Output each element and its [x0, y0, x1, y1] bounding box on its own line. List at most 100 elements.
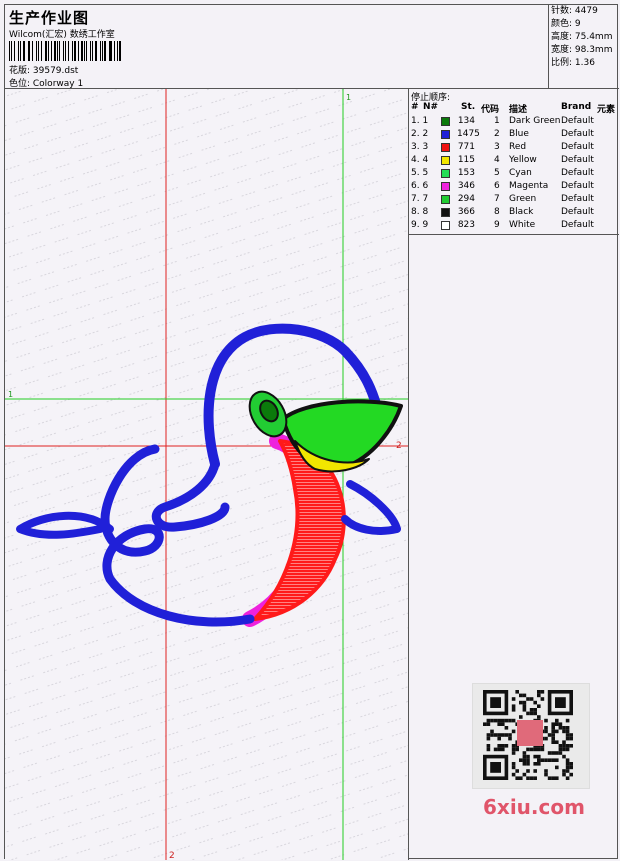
qr-module: [558, 744, 563, 748]
qr-module: [511, 765, 516, 770]
qr-module: [544, 772, 548, 777]
qr-module: [493, 718, 498, 723]
guide-label-h2: 2: [396, 441, 402, 451]
stop-sequence-row: 3. 3 771 3 Red Default: [409, 142, 619, 155]
qr-module: [562, 747, 566, 752]
qr-module: [526, 776, 530, 780]
qr-module: [501, 718, 505, 723]
stop-sequence-panel: 停止顺序: # N# St. 代码 描述 Brand 元素 1. 1 134 1 Da…: [409, 89, 619, 235]
col-code: 代码: [481, 105, 500, 115]
row-description: White: [509, 220, 536, 230]
qr-module: [555, 722, 559, 726]
qr-module: [511, 704, 516, 708]
qr-module: [529, 697, 534, 701]
row-brand: Default: [561, 168, 594, 178]
qr-module: [540, 697, 545, 701]
qr-module: [562, 754, 566, 759]
row-description: Dark Green: [509, 116, 561, 126]
row-stitches: 823: [457, 220, 475, 230]
qr-module: [486, 744, 491, 748]
qr-module: [555, 776, 559, 780]
row-code: 5: [494, 168, 500, 178]
barcode-bar: [47, 41, 49, 61]
row-code: 4: [494, 155, 500, 165]
stitch-count: 针数: 4479: [551, 6, 598, 16]
qr-module: [540, 758, 545, 762]
barcode-bar: [68, 41, 70, 61]
barcode-bar: [118, 41, 121, 61]
barcode-bar: [104, 41, 106, 61]
qr-center-badge: [517, 720, 543, 746]
row-brand: Default: [561, 194, 594, 204]
barcode-bar: [37, 41, 39, 61]
row-brand: Default: [561, 155, 594, 165]
qr-module: [565, 718, 570, 723]
barcode-bar: [59, 41, 60, 61]
row-stitches: 1475: [457, 129, 480, 139]
qr-module: [547, 776, 552, 780]
qr-module: [486, 747, 491, 752]
qr-module: [515, 776, 519, 780]
qr-module: [555, 751, 559, 755]
qr-module: [522, 772, 527, 777]
qr-module: [511, 708, 516, 712]
qr-module: [569, 733, 573, 737]
qr-module: [519, 715, 523, 719]
stop-sequence-row: 2. 2 1475 2 Blue Default: [409, 129, 619, 142]
barcode: [9, 41, 123, 61]
qr-module: [483, 722, 487, 726]
qr-module: [519, 693, 523, 698]
qr-module: [551, 751, 555, 755]
col-stitches: St.: [461, 102, 476, 112]
qr-module: [537, 690, 541, 694]
color-count: 颜色: 9: [551, 19, 581, 29]
barcode-bar: [13, 41, 15, 61]
qr-module: [544, 769, 548, 773]
qr-module: [490, 733, 494, 737]
qr-module: [537, 758, 541, 762]
qr-module: [504, 744, 509, 748]
qr-module: [529, 747, 534, 752]
qr-module: [526, 762, 530, 766]
row-description: Cyan: [509, 168, 532, 178]
qr-module: [555, 765, 559, 770]
qr-module: [501, 744, 505, 748]
qr-module: [526, 697, 530, 701]
qr-module: [551, 722, 555, 726]
qr-module: [526, 769, 530, 773]
design-width: 宽度: 98.3mm: [551, 45, 613, 55]
qr-module: [526, 747, 530, 752]
color-swatch: [441, 208, 450, 217]
qr-module: [533, 762, 537, 766]
qr-module: [486, 733, 491, 737]
row-brand: Default: [561, 142, 594, 152]
qr-module: [565, 733, 570, 737]
qr-module: [533, 769, 537, 773]
qr-module: [522, 758, 527, 762]
row-description: Black: [509, 207, 534, 217]
row-index: 9. 9: [411, 220, 429, 230]
qr-module: [565, 744, 570, 748]
qr-module: [533, 711, 537, 716]
row-brand: Default: [561, 220, 594, 230]
row-brand: Default: [561, 116, 594, 126]
qr-module: [551, 736, 555, 741]
color-swatch: [441, 182, 450, 191]
col-description: 描述: [509, 105, 528, 115]
qr-module: [562, 729, 566, 734]
qr-module: [501, 722, 505, 726]
qr-module: [569, 765, 573, 770]
qr-module: [533, 708, 537, 712]
guide-label-h1: 1: [8, 390, 13, 399]
barcode-bar: [44, 41, 47, 61]
qr-module: [555, 729, 559, 734]
qr-module: [569, 762, 573, 766]
row-code: 1: [494, 116, 500, 126]
barcode-bar: [27, 41, 29, 61]
qr-module: [515, 690, 519, 694]
row-stitches: 134: [457, 116, 475, 126]
row-brand: Default: [561, 129, 594, 139]
row-code: 2: [494, 129, 500, 139]
qr-module: [565, 776, 570, 780]
barcode-bar: [54, 41, 56, 61]
